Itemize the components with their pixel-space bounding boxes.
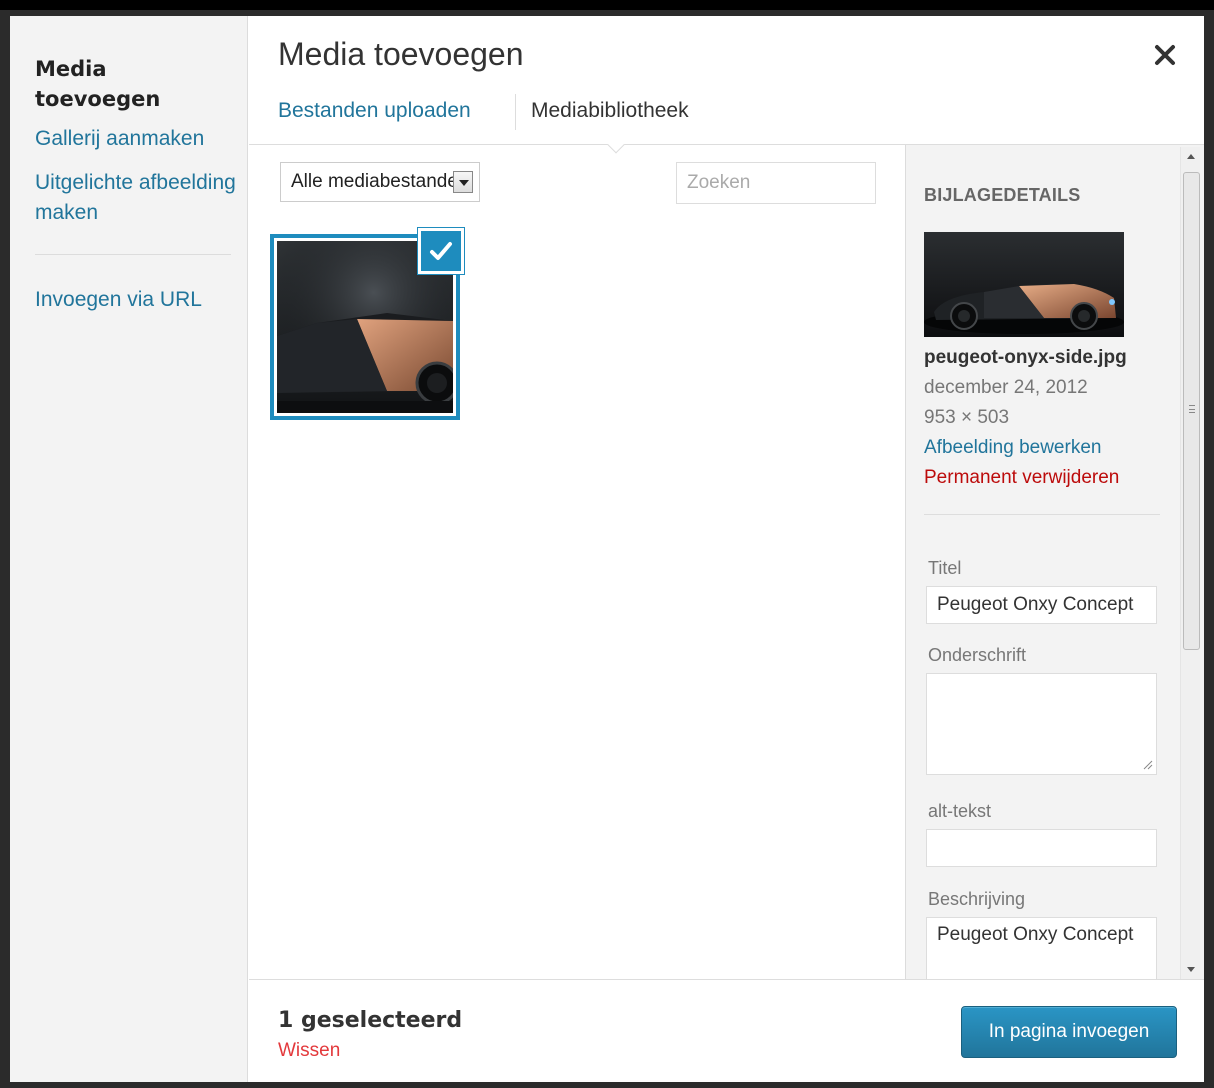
sidebar-divider (35, 254, 231, 255)
details-divider (924, 514, 1160, 515)
media-toolbar-footer: 1 geselecteerd Wissen In pagina invoegen (249, 979, 1204, 1082)
title-label: Titel (928, 558, 962, 578)
scroll-up-icon[interactable] (1181, 147, 1201, 167)
modal-title: Media toevoegen (278, 36, 524, 72)
attachment-preview-image (924, 232, 1124, 337)
tab-divider (515, 94, 516, 130)
sidebar-item-create-gallery[interactable]: Gallerij aanmaken (35, 124, 240, 154)
insert-into-page-button[interactable]: In pagina invoegen (961, 1006, 1177, 1058)
scroll-down-icon[interactable] (1181, 959, 1201, 979)
tab-upload-files[interactable]: Bestanden uploaden (278, 92, 471, 130)
active-tab-caret (607, 136, 625, 154)
description-label: Beschrijving (928, 889, 1026, 909)
details-scrollbar[interactable] (1180, 147, 1200, 979)
sidebar-heading: Media toevoegen (35, 57, 161, 111)
description-field[interactable]: Peugeot Onxy Concept (926, 917, 1157, 979)
backdrop (0, 0, 1214, 10)
sidebar-item-insert-url[interactable]: Invoegen via URL (35, 285, 240, 315)
close-icon[interactable] (1148, 38, 1182, 72)
edit-image-link[interactable]: Afbeelding bewerken (924, 437, 1101, 459)
selection-count: 1 geselecteerd (278, 1008, 463, 1033)
media-modal: Media toevoegen Gallerij aanmaken Uitgel… (10, 16, 1204, 1082)
caption-field[interactable] (926, 673, 1157, 775)
media-filter-select[interactable]: Alle mediabestanden (280, 162, 480, 202)
title-field[interactable] (926, 586, 1157, 624)
sidebar-item-featured-image[interactable]: Uitgelichte afbeelding maken (35, 168, 240, 228)
search-input[interactable] (676, 162, 876, 204)
tab-media-library[interactable]: Mediabibliotheek (531, 92, 689, 130)
grip-icon (1189, 405, 1195, 413)
details-heading: Bijlagedetails (924, 185, 1081, 205)
alt-text-field[interactable] (926, 829, 1157, 867)
scrollbar-thumb[interactable] (1183, 172, 1200, 650)
clear-selection-link[interactable]: Wissen (278, 1040, 340, 1062)
checkmark-icon[interactable] (418, 228, 464, 274)
attachment-filename: peugeot-onyx-side.jpg (924, 347, 1127, 368)
alt-text-label: alt-tekst (928, 801, 992, 821)
attachment-details-panel: Bijlagedetails peugeot-on (905, 145, 1204, 979)
caption-label: Onderschrift (928, 645, 1027, 665)
media-sidebar: Media toevoegen Gallerij aanmaken Uitgel… (10, 16, 248, 1082)
chevron-down-icon[interactable] (453, 171, 473, 193)
resize-handle-icon[interactable] (1141, 758, 1153, 770)
delete-permanently-link[interactable]: Permanent verwijderen (924, 467, 1119, 489)
attachment-dimensions: 953 × 503 (924, 407, 1010, 428)
attachment-date: december 24, 2012 (924, 377, 1088, 398)
media-filter-value: Alle mediabestanden (291, 171, 469, 192)
